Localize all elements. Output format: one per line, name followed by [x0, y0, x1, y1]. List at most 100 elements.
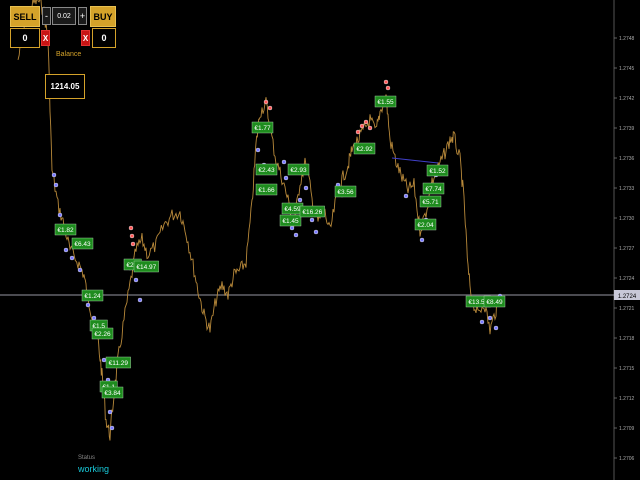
trade-markers [51, 79, 503, 431]
sell-marker [267, 105, 273, 111]
buy-marker [297, 197, 303, 203]
buy-marker [77, 267, 83, 273]
trade-link-line [391, 157, 439, 164]
svg-text:€8.49: €8.49 [486, 299, 503, 306]
buy-marker [479, 319, 485, 325]
svg-text:€2.92: €2.92 [356, 146, 373, 153]
balance-value: 1214.05 [45, 74, 85, 99]
balance-label: Balance [56, 51, 82, 58]
svg-text:€6.43: €6.43 [74, 241, 91, 248]
sell-marker [130, 241, 136, 247]
svg-text:€1.66: €1.66 [258, 187, 275, 194]
svg-text:€2.26: €2.26 [94, 331, 111, 338]
sell-marker [363, 119, 369, 125]
svg-text:€1.24: €1.24 [84, 293, 101, 300]
buy-marker [303, 185, 309, 191]
price-tick-label: 1.2736 [619, 156, 635, 162]
buy-marker [107, 409, 113, 415]
svg-text:€3.84: €3.84 [104, 390, 121, 397]
close-buy-button[interactable]: X [81, 30, 90, 46]
price-tick-label: 1.2727 [619, 246, 635, 252]
svg-text:€2.04: €2.04 [417, 222, 434, 229]
trade-profit-label: €11.29 [105, 356, 131, 369]
price-tick-label: 1.2733 [619, 186, 635, 192]
trade-profit-label: €1.24 [81, 289, 104, 302]
buy-count: 0 [92, 28, 116, 48]
buy-marker [101, 357, 107, 363]
svg-text:€5.71: €5.71 [422, 199, 439, 206]
svg-text:€4.59: €4.59 [284, 206, 301, 213]
svg-text:€11.29: €11.29 [109, 360, 129, 367]
buy-marker [281, 159, 287, 165]
buy-marker [403, 193, 409, 199]
trade-profit-label: €2.26 [91, 327, 114, 340]
close-sell-button[interactable]: X [41, 30, 50, 46]
price-tick-label: 1.2742 [619, 96, 635, 102]
trade-profit-label: €2.04 [414, 218, 437, 231]
svg-text:€16.26: €16.26 [302, 209, 322, 216]
buy-marker [63, 247, 69, 253]
price-chart[interactable]: 1.2748 1.2745 1.2742 1.2739 1.2736 1.2733 1.27… [0, 0, 640, 480]
svg-text:€7.74: €7.74 [425, 186, 442, 193]
price-tick-label: 1.2706 [619, 456, 635, 462]
sell-marker [383, 79, 389, 85]
buy-marker [309, 217, 315, 223]
svg-text:€1.52: €1.52 [429, 168, 446, 175]
status-label: Status [78, 455, 96, 461]
buy-marker [51, 172, 57, 178]
trade-profit-label: €2.92 [353, 142, 376, 155]
trade-profit-label: €8.49 [483, 295, 506, 308]
buy-marker [53, 182, 59, 188]
buy-marker [137, 297, 143, 303]
buy-marker [255, 147, 261, 153]
svg-text:€2.43: €2.43 [258, 167, 275, 174]
price-tick-label: 1.2721 [619, 306, 635, 312]
lot-plus-button[interactable]: + [78, 7, 87, 25]
buy-marker [109, 425, 115, 431]
buy-marker [289, 225, 295, 231]
trade-profit-label: €6.43 [71, 237, 94, 250]
price-tick-label: 1.2745 [619, 66, 635, 72]
status-value: working [78, 464, 110, 474]
trade-profit-label: €3.56 [334, 185, 357, 198]
svg-text:€1.82: €1.82 [57, 227, 74, 234]
sell-count: 0 [10, 28, 40, 48]
trade-profit-label: €1.55 [374, 95, 397, 108]
sell-marker [385, 85, 391, 91]
buy-marker [313, 229, 319, 235]
svg-text:€14.97: €14.97 [136, 264, 156, 271]
trade-profit-label: €16.26 [299, 205, 325, 218]
sell-marker [355, 129, 361, 135]
sell-button[interactable]: SELL [10, 6, 40, 27]
sell-marker [263, 99, 269, 105]
buy-marker [85, 302, 91, 308]
lot-minus-button[interactable]: - [42, 7, 51, 25]
trade-profit-label: €2.43 [255, 163, 278, 176]
trade-profit-label: €7.74 [422, 182, 445, 195]
buy-marker [91, 315, 97, 321]
lot-size-input[interactable]: 0.02 [52, 7, 76, 25]
price-tick-label: 1.2715 [619, 366, 635, 372]
trade-profit-label: €1.45 [279, 214, 302, 227]
sell-marker [129, 233, 135, 239]
trade-profit-label: €3.84 [101, 386, 124, 399]
sell-marker [128, 225, 134, 231]
buy-marker [487, 315, 493, 321]
price-tick-label: 1.2712 [619, 396, 635, 402]
sell-marker [359, 123, 365, 129]
trade-profit-label: €1.52 [426, 164, 449, 177]
trade-labels: €1.77 €1.55 €2.43 €1.66 €2.93 €4.59 €1.45€16.2… [54, 95, 506, 399]
trade-profit-label: €1.77 [251, 121, 274, 134]
current-price-label: 1.2724 [618, 294, 637, 300]
buy-button[interactable]: BUY [90, 6, 116, 27]
svg-text:€3.56: €3.56 [337, 189, 354, 196]
trade-profit-label: €14.97 [133, 260, 159, 273]
price-tick-label: 1.2730 [619, 216, 635, 222]
price-tick-label: 1.2724 [619, 276, 635, 282]
sell-marker [367, 125, 373, 131]
price-axis: 1.2748 1.2745 1.2742 1.2739 1.2736 1.2733 1.27… [614, 36, 635, 462]
buy-marker [57, 212, 63, 218]
svg-text:€2.93: €2.93 [290, 167, 307, 174]
buy-marker [69, 255, 75, 261]
buy-marker [493, 325, 499, 331]
